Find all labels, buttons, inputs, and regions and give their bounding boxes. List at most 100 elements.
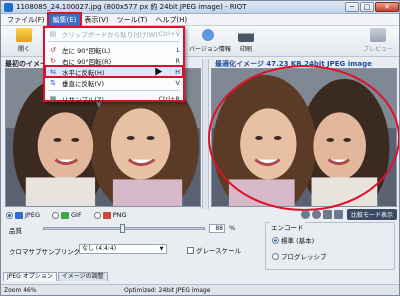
preview-icon (370, 28, 386, 42)
menu-help[interactable]: ヘルプ(H) (151, 14, 191, 26)
menu-bar: ファイル(F) 編集(E) 表示(V) ツール(T) ヘルプ(H) (1, 11, 399, 28)
quality-value-input[interactable]: 88 (209, 224, 225, 233)
rotate-left-icon: ↺ (50, 45, 56, 54)
png-radio-icon (93, 211, 101, 219)
gif-radio-icon (51, 211, 59, 219)
preview-label: プレビュー (362, 46, 393, 53)
about-label: バージョン情報 (189, 46, 231, 53)
radio-progressive[interactable]: プログレッシブ (272, 251, 327, 261)
preview-button[interactable]: プレビュー (359, 28, 397, 53)
png-format-icon (102, 211, 111, 219)
subsampling-value: なし (4:4:4) (82, 245, 117, 252)
rotate-right-shortcut: R (175, 56, 180, 65)
jpeg-settings-panel: 品質 88 % クロマサブサンプリング なし (4:4:4) ▼ グレースケール… (3, 222, 399, 272)
close-button[interactable]: ✕ (375, 2, 399, 12)
optimized-image-view[interactable] (211, 68, 397, 207)
quality-slider[interactable] (43, 224, 205, 233)
menu-view[interactable]: 表示(V) (80, 14, 112, 26)
open-button[interactable]: 開く (5, 28, 43, 53)
grayscale-label: グレースケール (196, 247, 242, 255)
app-window: 1108085_24.100027.jpg (800x577 px 約 24bi… (0, 0, 400, 296)
fit-icon[interactable] (322, 210, 332, 219)
menu-item-rotate-left[interactable]: ↺ 左に 90°回転(L) L (45, 44, 183, 55)
radio-progressive-label: プログレッシブ (281, 253, 327, 261)
title-bar[interactable]: 1108085_24.100027.jpg (800x577 px 約 24bi… (1, 1, 399, 14)
open-folder-icon (16, 28, 32, 42)
rotate-right-icon: ↻ (50, 56, 56, 65)
resample-icon: ▦ (49, 94, 57, 103)
status-info: Optimized: 24bit JPEG image (124, 287, 211, 294)
status-zoom: Zoom 46% (4, 287, 37, 294)
zoom-out-icon[interactable] (311, 210, 321, 219)
format-png[interactable]: PNG (91, 210, 130, 220)
flip-vertical-shortcut: V (175, 78, 180, 87)
optimized-photo (212, 69, 396, 206)
minimize-button[interactable]: ─ (345, 2, 359, 12)
settings-tabs: JPEG オプション イメージの調整 (3, 272, 108, 281)
status-bar: Zoom 46% Optimized: 24bit JPEG image (1, 284, 399, 295)
menu-separator (48, 41, 180, 42)
info-icon (200, 28, 216, 42)
radio-standard-label: 標準 (基本) (281, 237, 315, 245)
rotate-right-label: 右に 90°回転(R) (62, 57, 112, 66)
jpeg-format-icon (15, 211, 23, 219)
about-button[interactable]: バージョン情報 (189, 28, 231, 53)
tab-image-adjust[interactable]: イメージの調整 (57, 272, 108, 281)
paste-label: クリップボードから貼り付け(W) (61, 30, 158, 39)
tab-jpeg-options[interactable]: JPEG オプション (3, 272, 57, 281)
jpeg-radio-icon (6, 211, 13, 219)
paste-shortcut: Ctrl+V (158, 29, 180, 38)
encoding-group: エンコード 標準 (基本) プログレッシブ (265, 222, 395, 270)
format-jpeg[interactable]: JPEG (3, 210, 43, 220)
quality-label: 品質 (9, 227, 22, 235)
menu-tools[interactable]: ツール(T) (113, 14, 152, 26)
edit-menu-dropdown: ▤ クリップボードから貼り付け(W) Ctrl+V ↺ 左に 90°回転(L) … (43, 26, 185, 104)
subsampling-label: クロマサブサンプリング (9, 248, 81, 256)
view-controls: 比較モード表示 (300, 209, 397, 220)
gif-label: GIF (70, 211, 82, 219)
paste-icon: ▤ (49, 29, 57, 38)
rotate-left-label: 左に 90°回転(L) (62, 46, 111, 55)
panel-splitter[interactable] (202, 59, 209, 209)
print-label: 印刷 (239, 46, 252, 53)
menu-file[interactable]: ファイル(F) (3, 14, 49, 26)
encoding-legend: エンコード (270, 222, 305, 232)
window-controls: ─ □ ✕ (345, 2, 399, 12)
open-label: 開く (17, 46, 30, 53)
menu-item-paste[interactable]: ▤ クリップボードから貼り付け(W) Ctrl+V (45, 28, 183, 39)
print-button[interactable]: 印刷 (227, 28, 265, 53)
menu-item-rotate-right[interactable]: ↻ 右に 90°回転(R) R (45, 55, 183, 66)
flip-vertical-icon: ⇅ (50, 78, 56, 87)
window-title: 1108085_24.100027.jpg (800x577 px 約 24bi… (16, 3, 247, 11)
format-gif[interactable]: GIF (49, 210, 85, 220)
flip-horizontal-label: 水平に反転(H) (62, 68, 105, 77)
gif-format-icon (60, 211, 69, 219)
print-icon (238, 28, 254, 42)
checkbox-icon (187, 246, 194, 254)
jpeg-label: JPEG (25, 211, 40, 219)
zoom-in-icon[interactable] (300, 210, 310, 219)
menu-item-flip-vertical[interactable]: ⇅ 垂直に反転(V) V (45, 77, 183, 88)
menu-item-resample[interactable]: ▦ リサンプル(Z) Ctrl+R (45, 93, 183, 104)
quality-slider-thumb[interactable] (120, 224, 125, 233)
format-selector: JPEG GIF PNG 比較モード表示 (3, 209, 399, 221)
radio-icon (272, 252, 279, 260)
flip-vertical-label: 垂直に反転(V) (62, 79, 105, 88)
quality-percent-label: % (229, 224, 236, 232)
app-icon (4, 2, 13, 12)
rotate-left-shortcut: L (176, 45, 180, 54)
maximize-button[interactable]: □ (360, 2, 374, 12)
png-label: PNG (112, 211, 127, 219)
radio-standard[interactable]: 標準 (基本) (272, 235, 314, 245)
menu-item-flip-horizontal[interactable]: ⇆ 水平に反転(H) H (44, 65, 184, 78)
grayscale-checkbox[interactable]: グレースケール (187, 245, 241, 255)
radio-selected-icon (272, 236, 279, 244)
actual-size-icon[interactable] (333, 210, 343, 219)
chevron-down-icon: ▼ (159, 246, 164, 252)
compare-view-button[interactable]: 比較モード表示 (346, 209, 397, 220)
menu-edit[interactable]: 編集(E) (46, 11, 83, 28)
resample-label: リサンプル(Z) (62, 95, 104, 104)
subsampling-select[interactable]: なし (4:4:4) ▼ (79, 244, 167, 254)
flip-horizontal-icon: ⇆ (50, 67, 56, 76)
menu-separator (48, 90, 180, 91)
